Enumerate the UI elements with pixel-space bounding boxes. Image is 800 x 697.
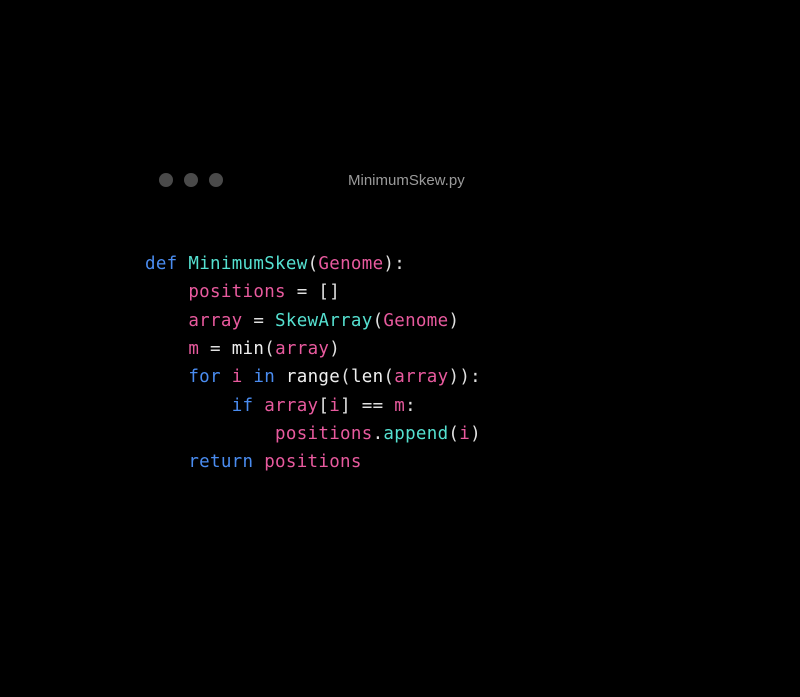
keyword-if: if xyxy=(232,396,254,416)
code-area[interactable]: def MinimumSkew(Genome): positions = [] … xyxy=(145,250,481,477)
variable: array xyxy=(188,311,242,331)
operator: = xyxy=(199,339,232,359)
punct: ( xyxy=(264,339,275,359)
argument: Genome xyxy=(383,311,448,331)
code-line-7: positions.append(i) xyxy=(145,424,481,444)
variable: i xyxy=(329,396,340,416)
indent xyxy=(145,452,188,472)
variable: array xyxy=(264,396,318,416)
punct: ( xyxy=(373,311,384,331)
indent xyxy=(145,396,232,416)
space xyxy=(221,367,232,387)
code-line-6: if array[i] == m: xyxy=(145,396,416,416)
code-line-5: for i in range(len(array)): xyxy=(145,367,481,387)
bracket: ] xyxy=(340,396,351,416)
argument: i xyxy=(459,424,470,444)
code-line-8: return positions xyxy=(145,452,362,472)
keyword-def: def xyxy=(145,254,178,274)
punct: ( xyxy=(340,367,351,387)
punct: ( xyxy=(383,367,394,387)
builtin-min: min xyxy=(232,339,265,359)
punct: ) xyxy=(448,367,459,387)
indent xyxy=(145,339,188,359)
punct: . xyxy=(373,424,384,444)
punct: ) xyxy=(448,311,459,331)
builtin-len: len xyxy=(351,367,384,387)
indent xyxy=(145,424,275,444)
punct: ): xyxy=(459,367,481,387)
code-line-1: def MinimumSkew(Genome): xyxy=(145,254,405,274)
variable: positions xyxy=(275,424,373,444)
indent xyxy=(145,367,188,387)
punct: ( xyxy=(448,424,459,444)
space xyxy=(253,396,264,416)
param: Genome xyxy=(318,254,383,274)
operator: == xyxy=(351,396,394,416)
code-line-2: positions = [] xyxy=(145,282,340,302)
argument: array xyxy=(394,367,448,387)
space xyxy=(275,367,286,387)
punct: : xyxy=(405,396,416,416)
close-icon[interactable] xyxy=(159,173,173,187)
builtin-range: range xyxy=(286,367,340,387)
punct: ( xyxy=(308,254,319,274)
bracket: [ xyxy=(318,396,329,416)
method-append: append xyxy=(383,424,448,444)
keyword-in: in xyxy=(253,367,275,387)
punct: ): xyxy=(383,254,405,274)
function-name: MinimumSkew xyxy=(188,254,307,274)
punct: ) xyxy=(329,339,340,359)
code-line-4: m = min(array) xyxy=(145,339,340,359)
operator: = xyxy=(243,311,276,331)
window-title: MinimumSkew.py xyxy=(348,172,465,189)
argument: array xyxy=(275,339,329,359)
punct: ) xyxy=(470,424,481,444)
variable: positions xyxy=(188,282,286,302)
function-call: SkewArray xyxy=(275,311,373,331)
space xyxy=(253,452,264,472)
space xyxy=(243,367,254,387)
indent xyxy=(145,311,188,331)
variable: m xyxy=(394,396,405,416)
maximize-icon[interactable] xyxy=(209,173,223,187)
operator: = xyxy=(286,282,319,302)
variable: i xyxy=(232,367,243,387)
variable: m xyxy=(188,339,199,359)
editor-window: MinimumSkew.py def MinimumSkew(Genome): … xyxy=(145,165,481,477)
keyword-return: return xyxy=(188,452,253,472)
code-line-3: array = SkewArray(Genome) xyxy=(145,311,459,331)
brackets: [] xyxy=(318,282,340,302)
keyword-for: for xyxy=(188,367,221,387)
indent xyxy=(145,282,188,302)
variable: positions xyxy=(264,452,362,472)
titlebar: MinimumSkew.py xyxy=(145,165,481,195)
traffic-lights xyxy=(159,173,223,187)
minimize-icon[interactable] xyxy=(184,173,198,187)
